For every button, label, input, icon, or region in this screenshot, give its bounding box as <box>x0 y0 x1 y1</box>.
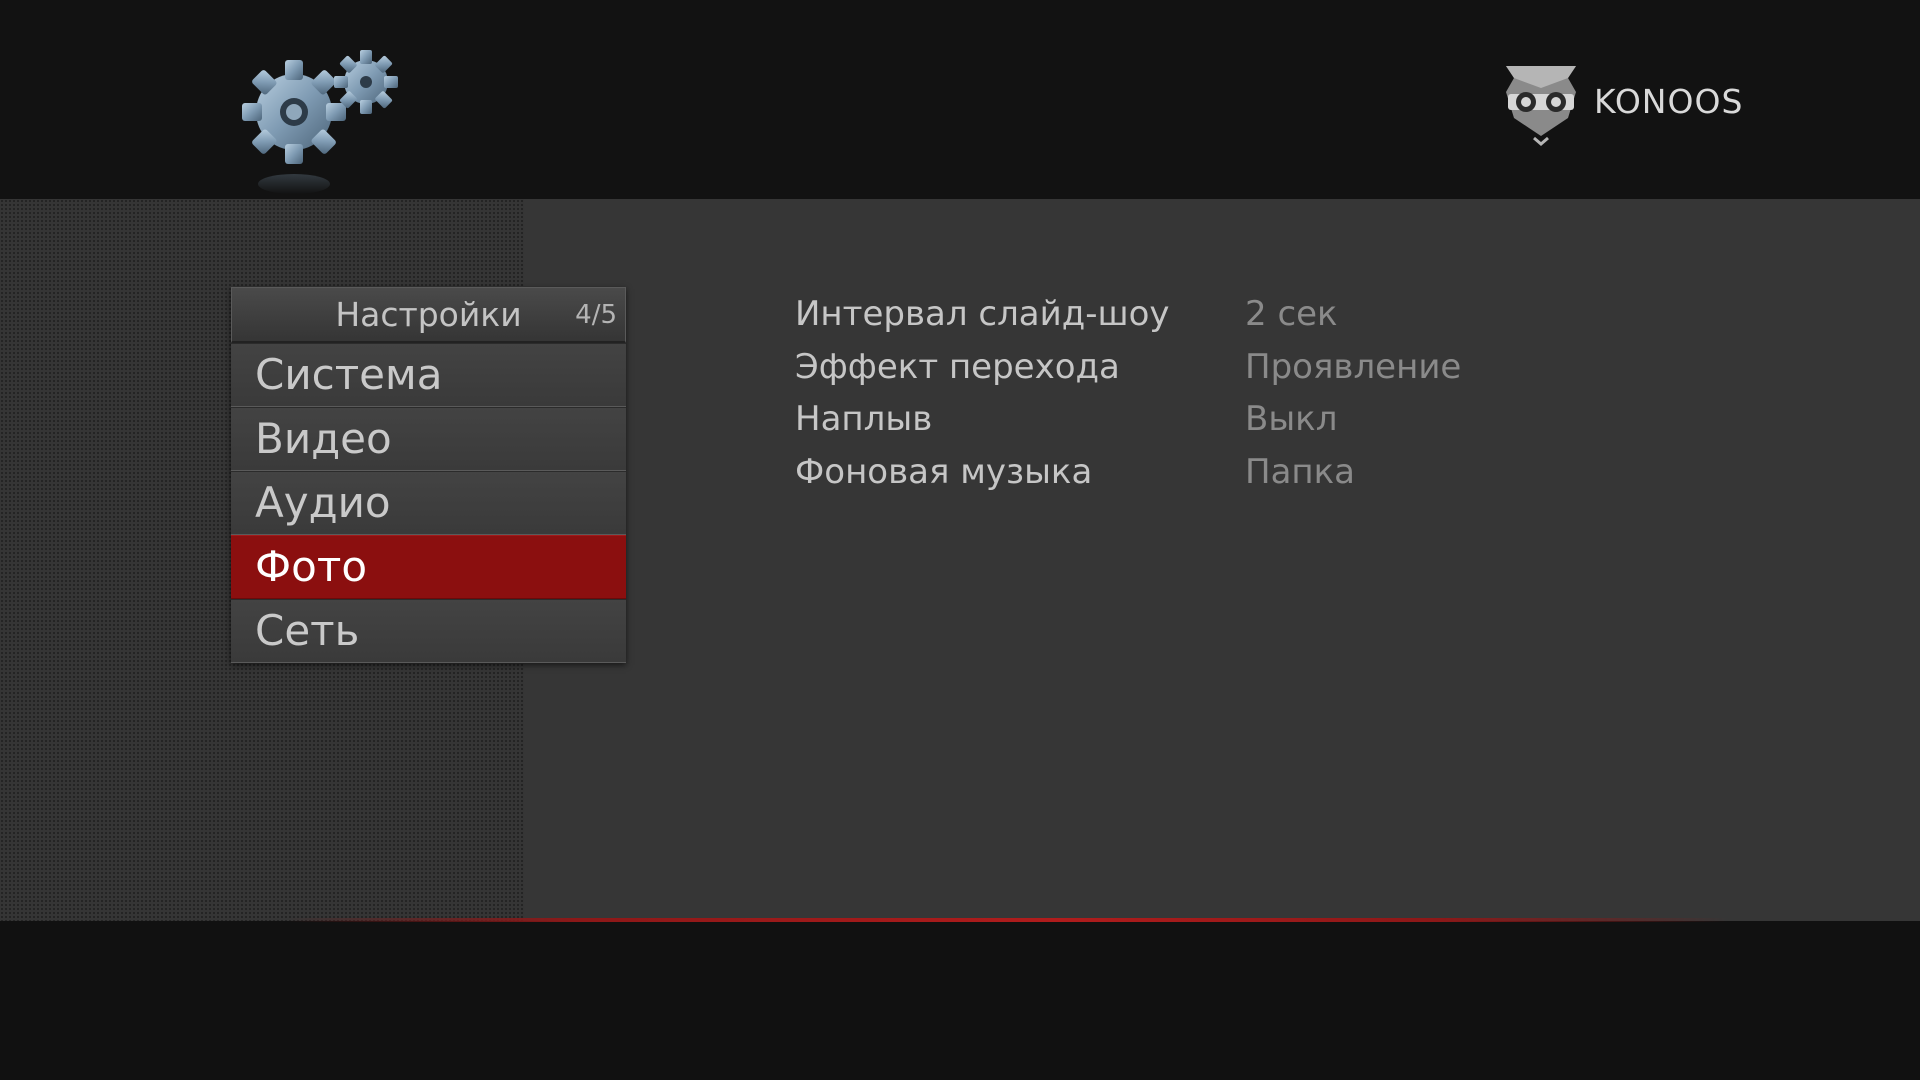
menu-item-audio[interactable]: Аудио <box>231 471 626 535</box>
menu-item-photo[interactable]: Фото <box>231 535 626 599</box>
setting-name: Фоновая музыка <box>795 451 1093 492</box>
photo-settings-list: Интервал слайд-шоу 2 сек Эффект перехода… <box>795 288 1695 498</box>
setting-value: Папка <box>1245 451 1356 492</box>
menu-item-label: Фото <box>255 542 368 591</box>
setting-row-crossfade[interactable]: Наплыв Выкл <box>795 393 1695 446</box>
menu-item-label: Система <box>255 350 443 399</box>
menu-item-label: Аудио <box>255 478 391 527</box>
setting-row-transition-effect[interactable]: Эффект перехода Проявление <box>795 341 1695 394</box>
bottom-bar <box>0 922 1920 1080</box>
setting-value: Проявление <box>1245 346 1462 387</box>
owl-logo-icon <box>1506 66 1576 146</box>
setting-name: Интервал слайд-шоу <box>795 294 1170 334</box>
menu-item-system[interactable]: Система <box>231 343 626 407</box>
menu-title: Настройки <box>335 295 522 334</box>
top-bar: KONOOS <box>0 0 1920 199</box>
brand-logo: KONOOS <box>1496 58 1766 148</box>
menu-item-label: Сеть <box>255 606 360 655</box>
menu-item-video[interactable]: Видео <box>231 407 626 471</box>
menu-item-network[interactable]: Сеть <box>231 599 626 663</box>
setting-value: Выкл <box>1245 399 1338 439</box>
menu-page-counter: 4/5 <box>575 300 617 330</box>
settings-menu: Настройки 4/5 Система Видео Аудио Фото С… <box>231 287 626 663</box>
setting-name: Наплыв <box>795 399 933 439</box>
brand-name: KONOOS <box>1594 82 1744 121</box>
setting-row-background-music[interactable]: Фоновая музыка Папка <box>795 446 1695 499</box>
setting-row-slideshow-interval[interactable]: Интервал слайд-шоу 2 сек <box>795 288 1695 341</box>
settings-screen: KONOOS Настройки 4/5 Система Видео Аудио… <box>0 0 1920 1080</box>
setting-name: Эффект перехода <box>795 346 1120 387</box>
menu-header: Настройки 4/5 <box>231 287 626 343</box>
menu-item-label: Видео <box>255 414 392 463</box>
gears-icon <box>238 38 408 198</box>
setting-value: 2 сек <box>1245 294 1338 334</box>
